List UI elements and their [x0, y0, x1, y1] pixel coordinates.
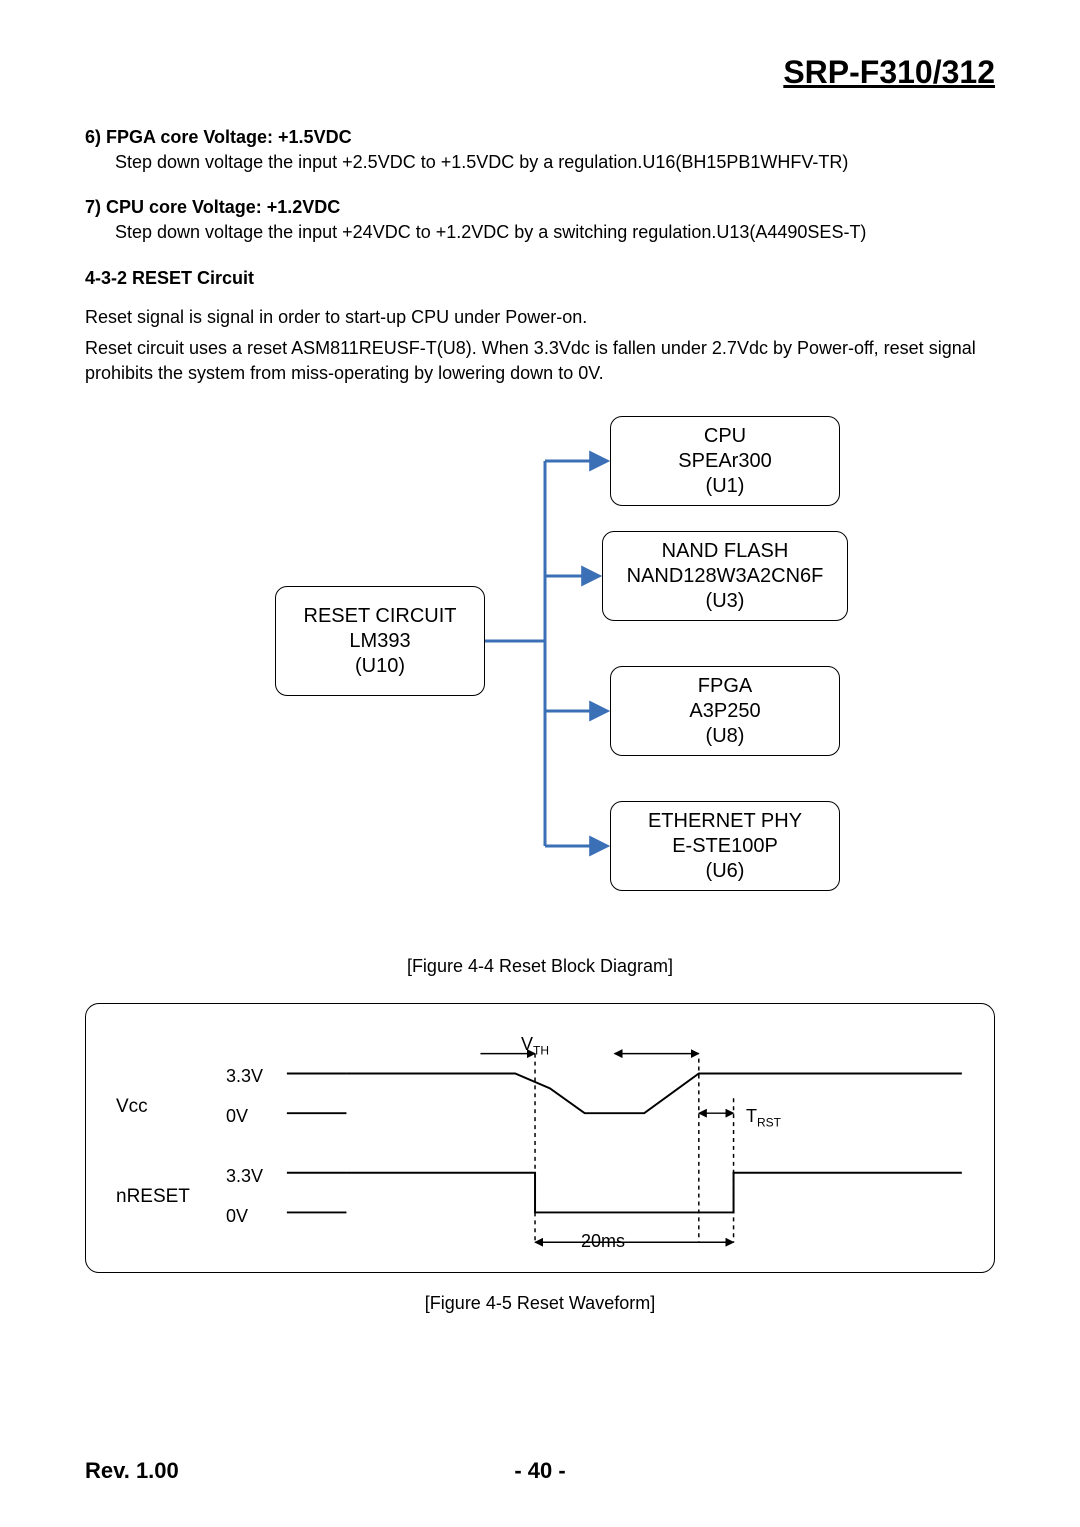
block-line: (U1) [706, 474, 745, 499]
block-fpga: FPGA A3P250 (U8) [610, 666, 840, 756]
block-nand-flash: NAND FLASH NAND128W3A2CN6F (U3) [602, 531, 848, 621]
block-line: SPEAr300 [678, 449, 771, 474]
block-line: LM393 [349, 629, 410, 654]
footer-revision: Rev. 1.00 [85, 1456, 179, 1487]
footer-page-number: - 40 - [514, 1456, 565, 1487]
section-7-title: 7) CPU core Voltage: +1.2VDC [85, 195, 995, 220]
signal-name-vcc: Vcc [116, 1094, 148, 1121]
figure-4-5-caption: [Figure 4-5 Reset Waveform] [85, 1291, 995, 1316]
reset-paragraph-2: Reset circuit uses a reset ASM811REUSF-T… [85, 336, 995, 386]
level-nreset-low: 0V [226, 1204, 248, 1229]
level-vcc-low: 0V [226, 1104, 248, 1129]
section-4-3-2-title: 4-3-2 RESET Circuit [85, 266, 995, 291]
page-footer: Rev. 1.00 - 40 - [85, 1456, 995, 1487]
block-line: (U3) [706, 589, 745, 614]
block-line: (U10) [355, 654, 405, 679]
block-cpu: CPU SPEAr300 (U1) [610, 416, 840, 506]
level-vcc-high: 3.3V [226, 1064, 263, 1089]
block-line: CPU [704, 424, 746, 449]
section-6-title: 6) FPGA core Voltage: +1.5VDC [85, 125, 995, 150]
block-line: ETHERNET PHY [648, 809, 802, 834]
block-reset-circuit: RESET CIRCUIT LM393 (U10) [275, 586, 485, 696]
reset-block-diagram: RESET CIRCUIT LM393 (U10) CPU SPEAr300 (… [210, 406, 870, 936]
block-line: FPGA [698, 674, 752, 699]
block-ethernet-phy: ETHERNET PHY E-STE100P (U6) [610, 801, 840, 891]
figure-4-4-caption: [Figure 4-4 Reset Block Diagram] [85, 954, 995, 979]
section-6-body: Step down voltage the input +2.5VDC to +… [85, 150, 995, 175]
reset-paragraph-1: Reset signal is signal in order to start… [85, 305, 995, 330]
label-vth: VTH [521, 1032, 549, 1059]
label-trst: TRST [746, 1104, 781, 1131]
block-line: (U8) [706, 724, 745, 749]
block-line: E-STE100P [672, 834, 778, 859]
document-model-header: SRP-F310/312 [85, 50, 995, 95]
vth-text: V [521, 1034, 533, 1054]
block-line: (U6) [706, 859, 745, 884]
signal-name-nreset: nRESET [116, 1184, 190, 1211]
vth-sub: TH [533, 1044, 549, 1058]
level-nreset-high: 3.3V [226, 1164, 263, 1189]
block-line: A3P250 [689, 699, 760, 724]
section-7-body: Step down voltage the input +24VDC to +1… [85, 220, 995, 245]
block-line: NAND FLASH [662, 539, 789, 564]
trst-text: T [746, 1106, 757, 1126]
trst-sub: RST [757, 1116, 781, 1130]
block-line: RESET CIRCUIT [304, 604, 457, 629]
reset-waveform-figure: Vcc nRESET 3.3V 0V 3.3V 0V VTH TRST 20ms [85, 1003, 995, 1273]
label-20ms: 20ms [581, 1229, 625, 1254]
block-line: NAND128W3A2CN6F [627, 564, 824, 589]
